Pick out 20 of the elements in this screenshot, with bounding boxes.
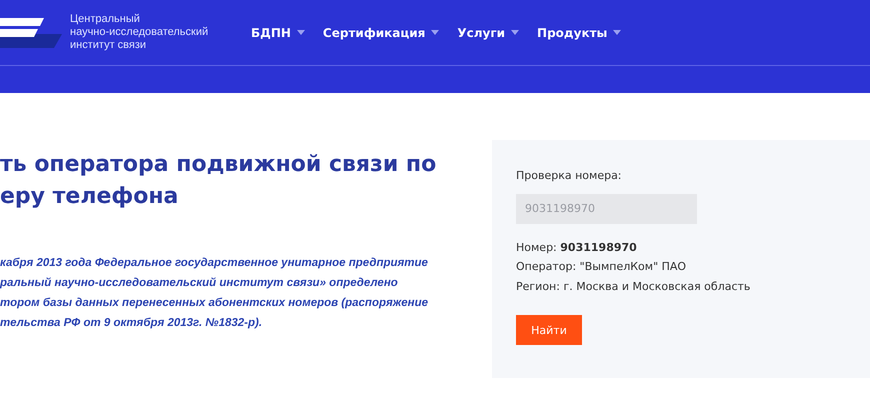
caret-icon <box>296 30 305 35</box>
logo-text: Центральный научно-исследовательский институт связи <box>70 13 210 52</box>
result-text: Номер: 9031198970 <box>516 240 638 256</box>
intro-text: тором базы данных перенесенных абонентских номеров (распоряжение <box>0 296 430 311</box>
result-text: Оператор: "ВымпелКом" ПАО <box>516 259 688 275</box>
result-text: Регион: г. Москва и Московская область <box>516 278 752 294</box>
phone-input[interactable]: 9031198970 <box>516 194 697 224</box>
nav-item[interactable]: Сертификация <box>322 26 458 40</box>
page-heading: ть оператора подвижной связи по еру телефона <box>0 151 436 211</box>
caret-icon <box>613 30 622 35</box>
nav-item[interactable]: БДПН <box>251 26 323 40</box>
intro-text: тельства РФ от 9 октября 2013г. №1832-р). <box>0 316 264 331</box>
field-label: Проверка номера: <box>516 168 623 184</box>
caret-icon <box>431 30 440 35</box>
nav-item[interactable]: Услуги <box>457 26 538 40</box>
caret-icon <box>511 30 520 35</box>
intro-text: ральный научно-исследовательский институт связи» определено <box>0 276 399 291</box>
intro-text: кабря 2013 года Федеральное государственное унитарное предприятие <box>0 256 429 271</box>
logo-icon <box>0 18 62 48</box>
nav-item[interactable]: Продукты <box>537 26 640 40</box>
